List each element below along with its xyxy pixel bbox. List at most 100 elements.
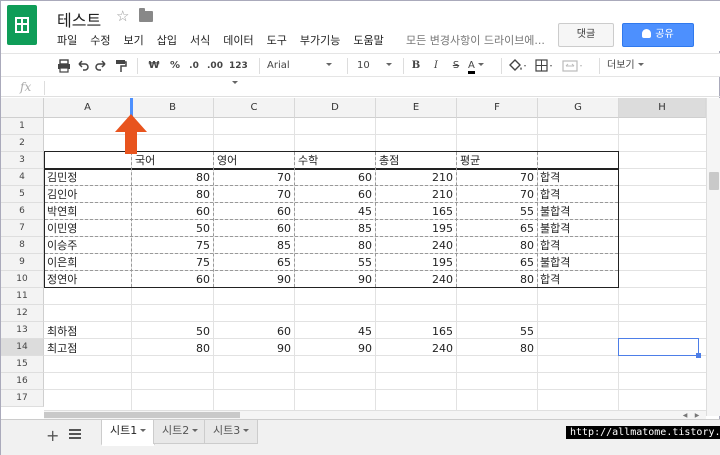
sheet-tab-2[interactable]: 시트2 <box>153 420 208 444</box>
menu-help[interactable]: 도움말 <box>353 32 383 48</box>
select-all-corner[interactable] <box>1 98 44 118</box>
score-total[interactable]: 210 <box>376 169 456 186</box>
row-header-1[interactable]: 1 <box>1 118 44 135</box>
score-korean[interactable]: 60 <box>132 271 213 288</box>
menu-view[interactable]: 보기 <box>124 32 144 48</box>
student-name[interactable]: 김민정 <box>44 169 80 186</box>
student-name[interactable]: 이민영 <box>44 220 80 237</box>
score-average[interactable]: 65 <box>457 254 537 271</box>
row-header-2[interactable]: 2 <box>1 135 44 152</box>
row-header-3[interactable]: 3 <box>1 152 44 169</box>
currency-button[interactable]: ₩ <box>147 57 161 75</box>
score-english[interactable]: 60 <box>214 220 294 237</box>
strikethrough-button[interactable]: S <box>449 57 463 75</box>
score-korean[interactable]: 75 <box>132 237 213 254</box>
menu-addons[interactable]: 부가기능 <box>300 32 340 48</box>
stat-max-total[interactable]: 240 <box>376 340 456 357</box>
row-header-7[interactable]: 7 <box>1 220 44 237</box>
sheet-tab-1[interactable]: 시트1 <box>101 420 156 446</box>
decrease-decimal-button[interactable]: .0 <box>186 57 202 75</box>
column-header-d[interactable]: D <box>295 98 376 118</box>
score-total[interactable]: 240 <box>376 271 456 288</box>
score-korean[interactable]: 75 <box>132 254 213 271</box>
row-header-15[interactable]: 15 <box>1 356 44 373</box>
score-math[interactable]: 80 <box>295 237 375 254</box>
sheets-logo-icon[interactable] <box>7 5 37 45</box>
row-header-10[interactable]: 10 <box>1 271 44 288</box>
score-math[interactable]: 55 <box>295 254 375 271</box>
stat-min-total[interactable]: 165 <box>376 323 456 340</box>
menu-tools[interactable]: 도구 <box>267 32 287 48</box>
score-total[interactable]: 165 <box>376 203 456 220</box>
undo-icon[interactable] <box>76 57 90 75</box>
stat-min-average[interactable]: 55 <box>457 323 537 340</box>
student-name[interactable]: 이승주 <box>44 237 80 254</box>
stat-max-math[interactable]: 90 <box>295 340 375 357</box>
star-icon[interactable]: ☆ <box>116 7 129 25</box>
sheet-grid[interactable]: A B C D E F G H 1 2 3 4 5 6 7 8 9 10 11 … <box>1 98 706 410</box>
stat-min-math[interactable]: 45 <box>295 323 375 340</box>
score-korean[interactable]: 50 <box>132 220 213 237</box>
score-total[interactable]: 195 <box>376 220 456 237</box>
row-header-17[interactable]: 17 <box>1 390 44 407</box>
student-name[interactable]: 정연아 <box>44 271 80 288</box>
stat-label-min[interactable]: 최하점 <box>44 323 80 340</box>
italic-button[interactable]: I <box>429 57 443 75</box>
sheet-tab-3[interactable]: 시트3 <box>204 420 259 444</box>
student-name[interactable]: 이은희 <box>44 254 80 271</box>
header-english[interactable]: 영어 <box>214 152 240 169</box>
row-header-12[interactable]: 12 <box>1 305 44 322</box>
row-header-4[interactable]: 4 <box>1 169 44 186</box>
bold-button[interactable]: B <box>409 57 423 75</box>
result[interactable]: 불합격 <box>537 203 573 220</box>
score-english[interactable]: 90 <box>214 271 294 288</box>
vertical-scrollbar[interactable] <box>706 98 720 416</box>
header-average[interactable]: 평균 <box>457 152 483 169</box>
comment-button[interactable]: 댓글 <box>558 23 614 47</box>
print-icon[interactable] <box>57 57 71 75</box>
score-average[interactable]: 65 <box>457 220 537 237</box>
row-header-5[interactable]: 5 <box>1 186 44 203</box>
stat-max-korean[interactable]: 80 <box>132 340 213 357</box>
font-size-dropdown[interactable]: 10 <box>357 57 397 75</box>
text-color-button[interactable]: A <box>468 57 494 75</box>
paint-format-icon[interactable] <box>114 57 128 75</box>
result[interactable]: 불합격 <box>537 254 573 271</box>
borders-icon[interactable] <box>534 57 556 75</box>
menu-edit[interactable]: 수정 <box>90 32 110 48</box>
selected-cell-h14[interactable] <box>618 338 701 358</box>
vertical-scroll-thumb[interactable] <box>709 172 719 190</box>
stat-label-max[interactable]: 최고점 <box>44 340 80 357</box>
fill-color-icon[interactable] <box>507 57 529 75</box>
horizontal-scrollbar[interactable]: ◀ ▶ <box>44 410 706 419</box>
result[interactable]: 합격 <box>537 271 563 288</box>
score-english[interactable]: 65 <box>214 254 294 271</box>
merge-cells-icon[interactable] <box>561 57 587 75</box>
header-math[interactable]: 수학 <box>295 152 321 169</box>
student-name[interactable]: 김인아 <box>44 186 80 203</box>
score-math[interactable]: 85 <box>295 220 375 237</box>
stat-min-korean[interactable]: 50 <box>132 323 213 340</box>
row-header-11[interactable]: 11 <box>1 288 44 305</box>
score-average[interactable]: 70 <box>457 186 537 203</box>
score-total[interactable]: 240 <box>376 237 456 254</box>
score-english[interactable]: 70 <box>214 169 294 186</box>
score-math[interactable]: 60 <box>295 169 375 186</box>
more-dropdown[interactable]: 더보기 <box>607 57 647 75</box>
student-name[interactable]: 박연희 <box>44 203 80 220</box>
row-header-8[interactable]: 8 <box>1 237 44 254</box>
result[interactable]: 불합격 <box>537 220 573 237</box>
column-header-c[interactable]: C <box>214 98 295 118</box>
score-average[interactable]: 55 <box>457 203 537 220</box>
doc-title[interactable]: 테스트 <box>57 7 101 31</box>
score-average[interactable]: 70 <box>457 169 537 186</box>
add-sheet-icon[interactable]: + <box>46 426 59 445</box>
result[interactable]: 합격 <box>537 186 563 203</box>
row-header-14[interactable]: 14 <box>1 339 44 356</box>
result[interactable]: 합격 <box>537 237 563 254</box>
all-sheets-icon[interactable] <box>69 429 81 439</box>
header-total[interactable]: 총점 <box>376 152 402 169</box>
number-format-dropdown[interactable]: 123 <box>229 57 255 84</box>
row-header-6[interactable]: 6 <box>1 203 44 220</box>
column-header-f[interactable]: F <box>457 98 538 118</box>
